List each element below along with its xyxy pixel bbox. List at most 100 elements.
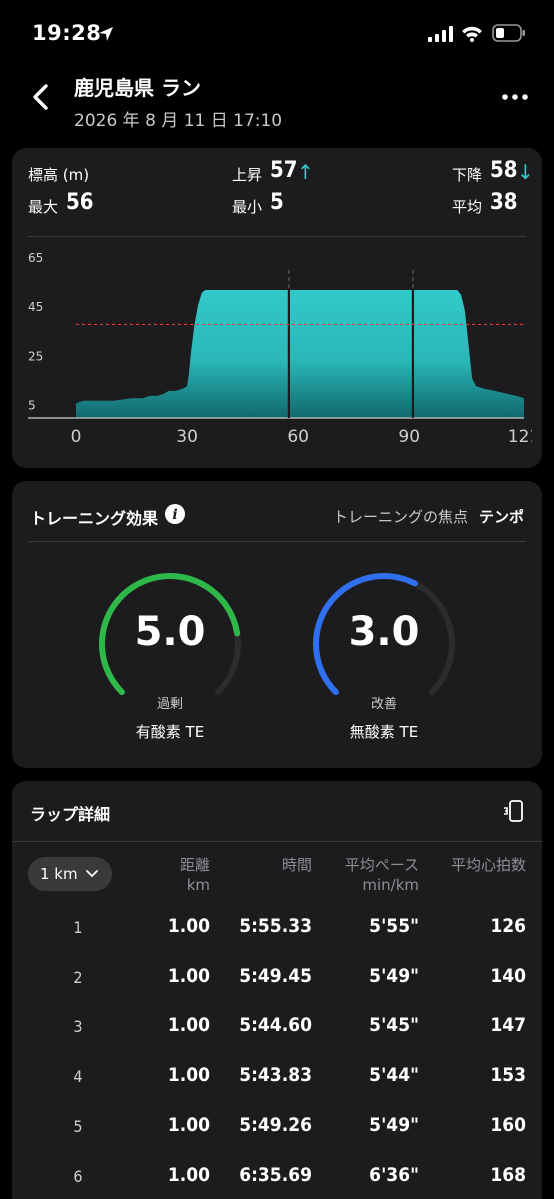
info-icon[interactable]: i [164,503,186,525]
x-tick-label: 60 [287,427,309,447]
lap-distance: 1.00 [167,1113,210,1136]
lap-pace: 5'49" [369,1113,419,1136]
lap-number: 4 [73,1067,83,1087]
lap-distance: 1.00 [167,964,210,987]
header-time: 時間 [282,855,312,875]
header-pace: 平均ペース min/km [345,855,419,895]
lap-pace: 5'49" [369,964,419,987]
anaerobic-gauge: 3.0 改善 [309,569,459,719]
ascent-value: 57 [270,158,298,183]
lap-distance: 1.00 [167,1064,210,1087]
ascent-label: 上昇 [232,166,263,184]
lap-pace: 5'45" [369,1014,419,1037]
lap-number: 6 [73,1166,83,1186]
more-options-icon[interactable] [500,90,530,104]
battery-icon [492,24,525,42]
lap-time: 5:49.45 [239,964,312,987]
descent-label: 下降 [452,166,483,184]
elevation-label: 標高 (m) [28,166,90,184]
y-tick-label: 5 [28,399,36,413]
lap-number: 1 [73,918,83,937]
lap-heart-rate: 140 [490,964,526,987]
chevron-down-icon [85,870,98,878]
elevation-area [76,290,524,418]
lap-number: 3 [73,1017,83,1037]
cellular-signal-icon [428,26,453,42]
lap-details-title: ラップ詳細 [30,805,111,824]
y-tick-label: 45 [28,300,43,314]
lap-row[interactable]: 3 1.00 5:44.60 5'45" 147 [12,1014,542,1064]
y-tick-label: 65 [28,251,43,265]
min-label: 最小 [232,198,263,216]
lap-distance: 1.00 [167,1163,210,1186]
lap-distance: 1.00 [167,915,210,937]
lap-time: 6:35.69 [239,1163,312,1186]
lap-number: 5 [73,1116,83,1136]
lap-heart-rate: 126 [490,915,526,937]
lap-heart-rate: 168 [490,1163,526,1186]
y-tick-label: 25 [28,349,43,363]
lap-row[interactable]: 6 1.00 6:35.69 6'36" 168 [12,1164,542,1199]
anaerobic-te-value: 3.0 [348,609,420,655]
header-hr-label: 平均心拍数 [450,856,526,874]
lap-row[interactable]: 4 1.00 5:43.83 5'44" 153 [12,1064,542,1114]
status-bar: 19:28 [0,0,554,60]
descent-value: 58 [490,158,518,183]
lap-distance: 1.00 [167,1014,210,1037]
lap-pace: 5'55" [369,915,419,937]
status-time: 19:28 [32,21,102,45]
training-focus-label: トレーニングの焦点 [332,508,468,526]
page-header: 鹿児島県 ラン 2026 年 8 月 11 日 17:10 [0,60,554,140]
aerobic-gauge: 5.0 過剰 [95,569,245,719]
avg-value: 38 [490,190,518,215]
back-chevron-icon[interactable] [28,82,54,112]
header-distance: 距離 km [180,855,210,895]
phone-rotate-icon[interactable] [502,799,524,823]
header-time-label: 時間 [281,856,312,874]
activity-datetime: 2026 年 8 月 11 日 17:10 [74,111,283,131]
training-effect-title: トレーニング効果 [30,509,159,528]
elevation-card: 標高 (m) 最大 56 上昇 57 ↑ 最小 5 下降 58 ↓ 平均 38 … [12,148,542,468]
header-heart-rate: 平均心拍数 [451,855,526,875]
descent-arrow-icon: ↓ [517,160,534,184]
max-value: 56 [66,190,94,215]
aerobic-te-value: 5.0 [134,609,206,655]
divider [12,841,542,842]
lap-row[interactable]: 5 1.00 5:49.26 5'49" 160 [12,1114,542,1164]
lap-pace: 5'44" [369,1064,419,1087]
aerobic-te-label: 有酸素 TE [135,723,205,741]
lap-row[interactable]: 1 1.00 5:55.33 5'55" 126 [12,915,542,965]
activity-title: 鹿児島県 ラン [74,76,201,100]
header-pace-unit: min/km [362,876,419,894]
lap-time: 5:49.26 [239,1113,312,1136]
lap-row[interactable]: 2 1.00 5:49.45 5'49" 140 [12,965,542,1015]
lap-time: 5:44.60 [239,1014,312,1037]
x-tick-label: 30 [176,427,198,447]
lap-number: 2 [73,967,83,987]
lap-pace: 6'36" [369,1163,419,1186]
wifi-icon [462,26,482,42]
lap-unit-value: 1 km [40,865,78,883]
training-effect-card: トレーニング効果 i トレーニングの焦点 テンポ 5.0 過剰 有酸素 TE 3… [12,481,542,768]
x-tick-label: 121 [508,427,532,447]
elevation-chart[interactable]: 65 45 25 5 0 30 60 90 121 [26,248,532,454]
location-arrow-icon [99,27,113,41]
lap-heart-rate: 147 [490,1014,526,1037]
divider [28,541,526,542]
ascent-arrow-icon: ↑ [297,160,314,184]
lap-heart-rate: 160 [490,1113,526,1136]
lap-heart-rate: 153 [490,1064,526,1087]
lap-unit-selector[interactable]: 1 km [28,857,112,891]
x-tick-label: 90 [398,427,420,447]
anaerobic-te-status: 改善 [370,697,397,712]
x-tick-label: 0 [71,427,82,447]
min-value: 5 [270,190,284,215]
lap-time: 5:55.33 [239,915,312,937]
avg-label: 平均 [452,198,483,216]
max-label: 最大 [28,198,59,216]
header-distance-label: 距離 [179,856,210,874]
anaerobic-te-label: 無酸素 TE [349,723,419,741]
training-focus-value: テンポ [478,508,524,526]
header-distance-unit: km [186,876,210,894]
svg-text:i: i [172,507,177,523]
